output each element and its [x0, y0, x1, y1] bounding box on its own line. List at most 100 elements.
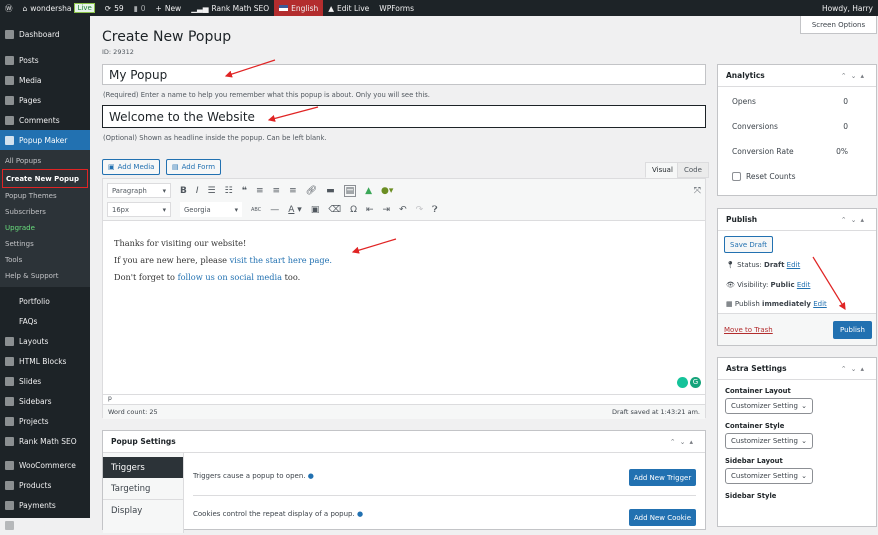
- add-new-trigger-button[interactable]: Add New Trigger: [629, 469, 696, 486]
- submenu-tools[interactable]: Tools: [0, 252, 90, 268]
- tab-targeting[interactable]: Targeting: [103, 478, 183, 500]
- submenu-upgrade[interactable]: Upgrade: [0, 220, 90, 236]
- sidebar-item-rank-math[interactable]: Rank Math SEO: [0, 431, 90, 451]
- edit-live-link[interactable]: ▲ Edit Live: [323, 0, 374, 16]
- font-family-select[interactable]: Georgia ▾: [180, 202, 242, 217]
- sidebar-item-popup-maker[interactable]: Popup Maker: [0, 130, 90, 150]
- indent-icon[interactable]: ⇥: [383, 205, 391, 215]
- editor-content[interactable]: Thanks for visiting our website! If you …: [103, 221, 705, 394]
- strikethrough-icon[interactable]: ABC: [251, 207, 261, 213]
- clear-format-icon[interactable]: ⌫: [328, 205, 341, 215]
- plugin-icon[interactable]: ●▾: [381, 186, 393, 196]
- checkbox[interactable]: [732, 172, 741, 181]
- font-size-select[interactable]: 16px ▾: [107, 202, 171, 217]
- box-controls[interactable]: ⌃⌄▴: [841, 72, 868, 80]
- publish-button[interactable]: Publish: [833, 321, 872, 339]
- sidebar-item-comments[interactable]: Comments: [0, 110, 90, 130]
- box-controls[interactable]: ⌃⌄▴: [841, 216, 868, 224]
- site-link[interactable]: ⌂ wondersha Live: [18, 0, 100, 16]
- submenu-popup-themes[interactable]: Popup Themes: [0, 188, 90, 204]
- link-icon[interactable]: 🔗︎: [306, 186, 317, 196]
- sidebars-icon: [5, 396, 14, 406]
- container-layout-select[interactable]: Customizer Setting ⌄: [725, 398, 813, 414]
- comments-link[interactable]: ▮ 0: [129, 0, 151, 16]
- align-center-icon[interactable]: ≡: [273, 186, 281, 196]
- rank-math-link[interactable]: ▁▃▅ Rank Math SEO: [186, 0, 274, 16]
- media-icon: ▣: [108, 163, 115, 171]
- bullet-list-icon[interactable]: ☰: [208, 186, 216, 196]
- submenu-help-support[interactable]: Help & Support: [0, 268, 90, 284]
- bulb-icon[interactable]: [677, 377, 688, 388]
- add-form-button[interactable]: ▤ Add Form: [166, 159, 222, 175]
- grammarly-icon[interactable]: G: [690, 377, 701, 388]
- reset-counts-checkbox[interactable]: Reset Counts: [718, 164, 876, 189]
- move-to-trash-link[interactable]: Move to Trash: [724, 326, 773, 334]
- sidebar-item-media[interactable]: Media: [0, 70, 90, 90]
- start-here-link[interactable]: visit the start here page.: [230, 255, 332, 265]
- save-draft-button[interactable]: Save Draft: [724, 236, 774, 253]
- sidebar-item-products[interactable]: Products: [0, 475, 90, 495]
- social-media-link[interactable]: follow us on social media: [178, 272, 282, 282]
- sidebar-item-layouts[interactable]: Layouts: [0, 331, 90, 351]
- blockquote-icon[interactable]: ❝: [242, 186, 247, 196]
- box-controls[interactable]: ⌃⌄▴: [841, 365, 868, 373]
- submenu-all-popups[interactable]: All Popups: [0, 153, 90, 169]
- read-more-icon[interactable]: ▬: [326, 186, 335, 196]
- sidebar-item-sidebars[interactable]: Sidebars: [0, 391, 90, 411]
- tab-display[interactable]: Display: [103, 500, 183, 522]
- account-menu[interactable]: Howdy, Harry: [817, 0, 878, 16]
- special-char-icon[interactable]: Ω: [350, 205, 357, 215]
- sidebar-layout-select[interactable]: Customizer Setting ⌄: [725, 468, 813, 484]
- align-left-icon[interactable]: ≡: [256, 186, 264, 196]
- sidebar-item-slides[interactable]: Slides: [0, 371, 90, 391]
- undo-icon[interactable]: ↶: [399, 205, 407, 215]
- submenu-subscribers[interactable]: Subscribers: [0, 204, 90, 220]
- popup-name-input[interactable]: My Popup: [102, 64, 706, 85]
- sidebar-item-analytics[interactable]: Analytics: [0, 515, 90, 535]
- text-color-icon[interactable]: A ▾: [288, 205, 302, 215]
- tab-visual[interactable]: Visual: [645, 162, 680, 178]
- sidebar-item-pages[interactable]: Pages: [0, 90, 90, 110]
- language-switcher[interactable]: English: [274, 0, 324, 16]
- updates-link[interactable]: ⟳ 59: [100, 0, 129, 16]
- popup-title-input[interactable]: Welcome to the Website: [102, 105, 706, 128]
- submenu-settings[interactable]: Settings: [0, 236, 90, 252]
- sidebar-item-dashboard[interactable]: Dashboard: [0, 24, 90, 44]
- help-icon[interactable]: ●: [357, 510, 363, 518]
- media-icon: [5, 75, 14, 85]
- sidebar-item-payments[interactable]: Payments: [0, 495, 90, 515]
- italic-icon[interactable]: I: [196, 186, 199, 196]
- screen-options-button[interactable]: Screen Options: [800, 16, 877, 34]
- outdent-icon[interactable]: ⇤: [366, 205, 374, 215]
- submenu-create-new-popup[interactable]: Create New Popup: [2, 169, 88, 188]
- sidebar-item-projects[interactable]: Projects: [0, 411, 90, 431]
- astra-icon[interactable]: ▲: [365, 186, 372, 196]
- bold-icon[interactable]: B: [180, 186, 187, 196]
- box-controls[interactable]: ⌃⌄▴: [670, 438, 697, 446]
- horizontal-line-icon[interactable]: —: [270, 205, 279, 215]
- sidebar-item-woocommerce[interactable]: WooCommerce: [0, 455, 90, 475]
- edit-visibility-link[interactable]: Edit: [797, 281, 811, 289]
- paste-text-icon[interactable]: ▣: [311, 205, 320, 215]
- edit-schedule-link[interactable]: Edit: [813, 300, 827, 308]
- tab-code[interactable]: Code: [677, 162, 709, 178]
- tab-triggers[interactable]: Triggers: [103, 457, 183, 478]
- help-icon[interactable]: ❓︎: [432, 205, 437, 215]
- container-style-select[interactable]: Customizer Setting ⌄: [725, 433, 813, 449]
- sidebar-item-posts[interactable]: Posts: [0, 50, 90, 70]
- align-right-icon[interactable]: ≡: [289, 186, 297, 196]
- wordpress-logo-icon[interactable]: Ⓦ: [0, 0, 18, 16]
- edit-status-link[interactable]: Edit: [787, 261, 801, 269]
- fullscreen-icon[interactable]: ⤧: [694, 186, 701, 196]
- toolbar-toggle-icon[interactable]: ▤: [343, 184, 357, 197]
- sidebar-item-faqs[interactable]: FAQs: [0, 311, 90, 331]
- numbered-list-icon[interactable]: ☷: [225, 186, 233, 196]
- new-link[interactable]: + New: [151, 0, 187, 16]
- add-media-button[interactable]: ▣ Add Media: [102, 159, 161, 175]
- sidebar-item-html-blocks[interactable]: HTML Blocks: [0, 351, 90, 371]
- help-icon[interactable]: ●: [308, 472, 314, 480]
- sidebar-item-portfolio[interactable]: Portfolio: [0, 291, 90, 311]
- wpforms-link[interactable]: WPForms: [374, 0, 419, 16]
- redo-icon[interactable]: ↷: [416, 205, 424, 215]
- format-select[interactable]: Paragraph ▾: [107, 183, 171, 198]
